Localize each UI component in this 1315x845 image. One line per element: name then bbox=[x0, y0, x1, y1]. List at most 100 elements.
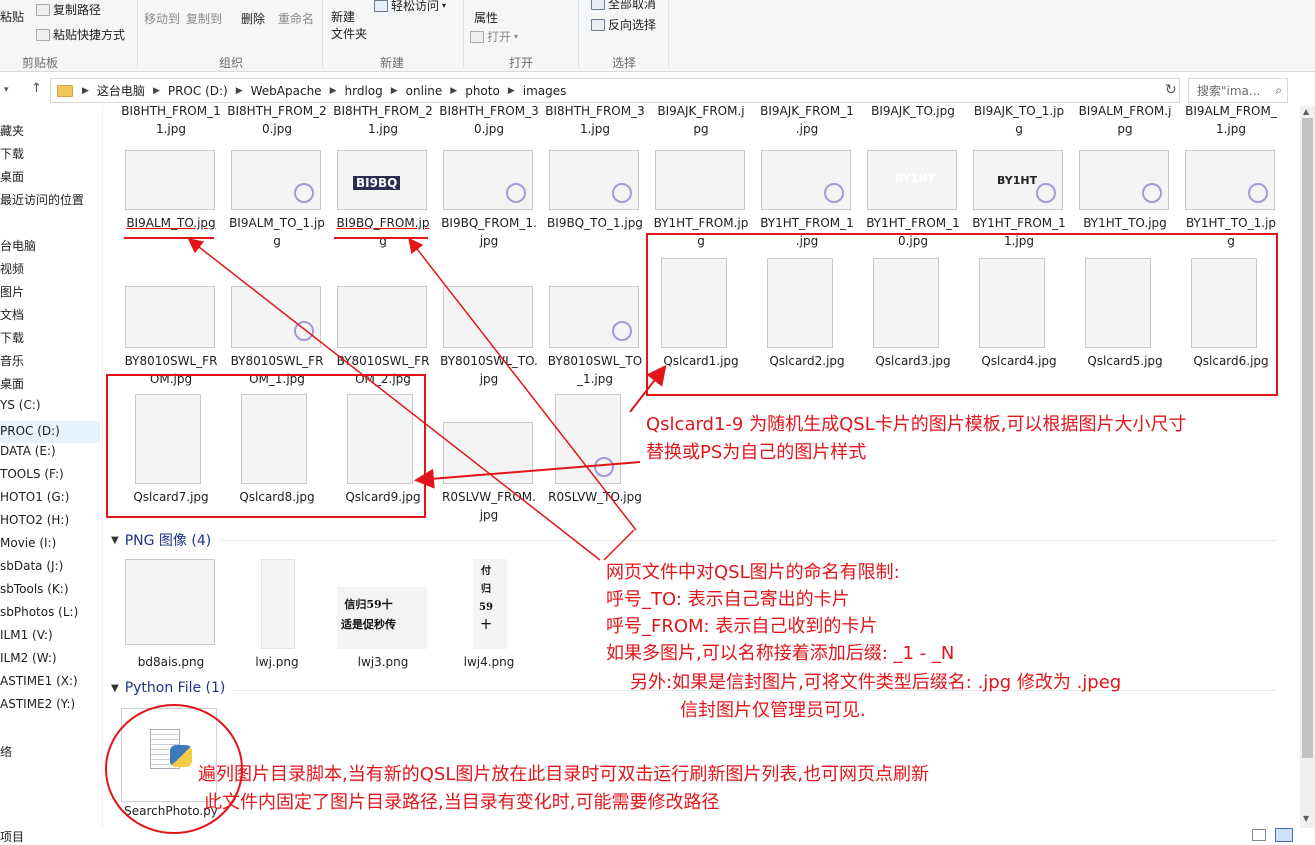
crumb-drive[interactable]: PROC (D:) bbox=[163, 84, 233, 98]
easy-access-button[interactable]: 轻松访问 ▾ bbox=[374, 0, 446, 14]
scrollbar-thumb[interactable] bbox=[1302, 118, 1313, 758]
file-name: BI9AJK_TO_1.jp g bbox=[973, 106, 1065, 136]
refresh-icon[interactable]: ↻ bbox=[1165, 82, 1177, 98]
details-view-icon[interactable] bbox=[1252, 829, 1266, 841]
nav-item[interactable]: ILM1 (V:) bbox=[0, 628, 53, 642]
file-name: BI9BQ_FROM_1. jpg bbox=[441, 216, 537, 248]
paste-shortcut-label: 粘贴快捷方式 bbox=[53, 28, 126, 42]
search-input[interactable]: 搜索"ima... ⌕ bbox=[1188, 78, 1288, 103]
large-icons-view-icon[interactable] bbox=[1275, 828, 1293, 842]
delete-button[interactable]: 删除 bbox=[241, 10, 265, 27]
nav-item[interactable]: sbTools (K:) bbox=[0, 582, 69, 596]
group-title: PNG 图像 (4) bbox=[124, 533, 212, 549]
nav-item[interactable]: 视频 bbox=[0, 260, 24, 277]
paste-button[interactable]: 粘贴 bbox=[0, 8, 24, 25]
crumb-photo[interactable]: photo bbox=[460, 84, 505, 98]
vertical-scrollbar[interactable]: ▲ ▼ bbox=[1300, 106, 1315, 828]
nav-item[interactable]: 藏夹 bbox=[0, 122, 24, 139]
properties-label: 属性 bbox=[474, 11, 499, 25]
file-thumbnail bbox=[549, 150, 639, 210]
file-thumbnail bbox=[443, 150, 533, 210]
ribbon-divider bbox=[578, 0, 579, 68]
status-bar: 项目 bbox=[0, 828, 1315, 845]
scroll-down-icon[interactable]: ▼ bbox=[1303, 814, 1309, 823]
nav-item[interactable]: YS (C:) bbox=[0, 398, 41, 412]
copy-path-button[interactable]: 复制路径 bbox=[36, 1, 101, 18]
annotation-naming-2: 呼号_TO: 表示自己寄出的卡片 bbox=[606, 589, 850, 610]
rename-button[interactable]: 重命名 bbox=[278, 10, 314, 27]
thumb-callsign-text: BY1HT bbox=[895, 172, 936, 185]
nav-item[interactable]: 下载 bbox=[0, 329, 24, 346]
nav-item[interactable]: DATA (E:) bbox=[0, 444, 56, 458]
move-to-label: 移动到 bbox=[144, 12, 181, 26]
copy-path-label: 复制路径 bbox=[53, 3, 102, 17]
copy-to-button[interactable]: 复制到 bbox=[186, 10, 222, 27]
nav-item[interactable]: TOOLS (F:) bbox=[0, 467, 64, 481]
nav-item[interactable]: 桌面 bbox=[0, 375, 24, 392]
group-divider bbox=[221, 540, 1276, 541]
crumb-hrdlog[interactable]: hrdlog bbox=[340, 84, 388, 98]
thumb-callsign-text: BI9BQ bbox=[353, 176, 401, 190]
select-group-label: 选择 bbox=[612, 56, 637, 70]
nav-item[interactable]: ILM2 (W:) bbox=[0, 651, 57, 665]
address-row: ▾ ↑ ▶ 这台电脑 ▶ PROC (D:) ▶ WebApache ▶ hrd… bbox=[0, 78, 1315, 104]
folder-icon bbox=[57, 84, 73, 97]
dropdown-icon: ▾ bbox=[514, 32, 519, 41]
chevron-right-icon: ▶ bbox=[235, 85, 243, 96]
file-name: BI9AJK_TO.jpg bbox=[871, 106, 955, 118]
annotation-naming-3: 呼号_FROM: 表示自己收到的卡片 bbox=[606, 616, 878, 637]
file-name: BY8010SWL_TO. jpg bbox=[440, 354, 538, 386]
nav-item[interactable]: 台电脑 bbox=[0, 237, 36, 254]
rename-label: 重命名 bbox=[278, 12, 315, 26]
nav-item[interactable]: ASTIME2 (Y:) bbox=[0, 697, 75, 711]
chevron-right-icon: ▶ bbox=[507, 85, 515, 96]
nav-item[interactable]: 络 bbox=[0, 743, 12, 760]
file-thumbnail bbox=[337, 286, 427, 348]
file-name: BY1HT_TO.jpg bbox=[1083, 216, 1167, 230]
up-arrow-icon[interactable]: ↑ bbox=[31, 81, 42, 96]
nav-item[interactable]: ASTIME1 (X:) bbox=[0, 674, 78, 688]
annotation-script-1: 遍列图片目录脚本,当有新的QSL图片放在此目录时可双击运行刷新图片列表,也可网页… bbox=[198, 764, 930, 785]
nav-item[interactable]: sbData (J:) bbox=[0, 559, 63, 573]
ribbon-divider bbox=[463, 0, 464, 68]
nav-item[interactable]: 桌面 bbox=[0, 168, 24, 185]
scroll-up-icon[interactable]: ▲ bbox=[1303, 107, 1309, 116]
crumb-this-pc[interactable]: 这台电脑 bbox=[92, 82, 150, 99]
nav-item[interactable]: HOTO1 (G:) bbox=[0, 490, 69, 504]
nav-item[interactable]: 图片 bbox=[0, 283, 24, 300]
ribbon: 粘贴 复制路径 粘贴快捷方式 剪贴板 移动到 复制到 删除 重命名 组织 新建 … bbox=[0, 0, 1315, 72]
paste-shortcut-button[interactable]: 粘贴快捷方式 bbox=[36, 26, 125, 43]
move-to-button[interactable]: 移动到 bbox=[144, 10, 180, 27]
select-none-button[interactable]: 全部取消 bbox=[591, 0, 656, 12]
file-thumbnail bbox=[761, 150, 851, 210]
nav-item[interactable]: sbPhotos (L:) bbox=[0, 605, 78, 619]
file-name: BI8HTH_FROM_2 1.jpg bbox=[333, 106, 433, 136]
crumb-online[interactable]: online bbox=[401, 84, 448, 98]
file-name: BI9AJK_FROM_1 .jpg bbox=[760, 106, 854, 136]
file-name: BI9ALM_FROM_ 1.jpg bbox=[1185, 106, 1277, 136]
nav-item[interactable]: PROC (D:) bbox=[0, 421, 100, 443]
nav-item[interactable]: 音乐 bbox=[0, 352, 24, 369]
file-thumbnail bbox=[1185, 150, 1275, 210]
file-name: BI8HTH_FROM_2 0.jpg bbox=[227, 106, 327, 136]
recent-dropdown-icon[interactable]: ▾ bbox=[4, 85, 9, 95]
file-name: BI9ALM_FROM.j pg bbox=[1078, 106, 1172, 136]
nav-item[interactable]: HOTO2 (H:) bbox=[0, 513, 69, 527]
annotation-naming-4: 如果多图片,可以名称接着添加后缀: _1 - _N bbox=[606, 643, 955, 664]
invert-selection-button[interactable]: 反向选择 bbox=[591, 16, 656, 33]
nav-item[interactable]: 文档 bbox=[0, 306, 24, 323]
new-folder-label: 新建 文件夹 bbox=[331, 10, 368, 41]
organize-group-label: 组织 bbox=[219, 56, 244, 70]
nav-item[interactable]: Movie (I:) bbox=[0, 536, 56, 550]
properties-button[interactable]: 属性 bbox=[474, 9, 498, 26]
new-folder-button[interactable]: 新建 文件夹 bbox=[331, 9, 367, 43]
nav-item[interactable]: 下载 bbox=[0, 145, 24, 162]
crumb-webapache[interactable]: WebApache bbox=[246, 84, 327, 98]
crumb-images[interactable]: images bbox=[518, 84, 572, 98]
open-button[interactable]: 打开 ▾ bbox=[470, 28, 518, 45]
breadcrumb[interactable]: ▶ 这台电脑 ▶ PROC (D:) ▶ WebApache ▶ hrdlog … bbox=[50, 78, 1180, 103]
file-name: BI8HTH_FROM_1 1.jpg bbox=[121, 106, 221, 136]
nav-item[interactable]: 最近访问的位置 bbox=[0, 191, 84, 208]
group-header-png[interactable]: ▼ PNG 图像 (4) bbox=[111, 530, 211, 550]
group-header-python[interactable]: ▼ Python File (1) bbox=[111, 680, 225, 696]
